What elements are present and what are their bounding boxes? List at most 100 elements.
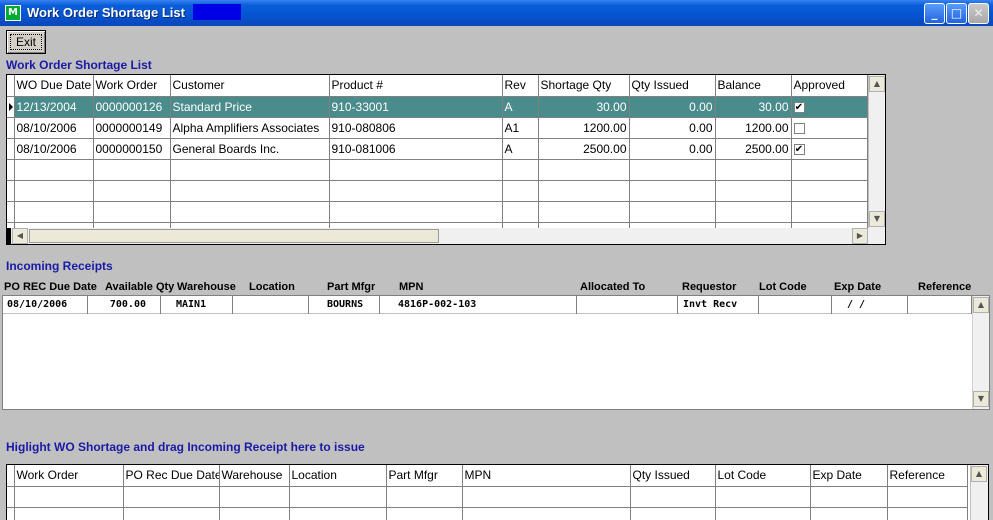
wo-column-header[interactable]: Customer [170, 75, 330, 97]
wo-cell-customer[interactable]: Standard Price [170, 96, 330, 118]
wo-cell-issued[interactable]: 0.00 [629, 138, 716, 160]
receipt-cell-allocated[interactable] [578, 296, 678, 314]
wo-cell-balance[interactable]: 1200.00 [715, 117, 792, 139]
scroll-thumb[interactable] [29, 229, 439, 243]
wo-column-header[interactable]: Shortage Qty [538, 75, 630, 97]
wo-cell-due[interactable]: 08/10/2006 [14, 117, 94, 139]
exit-button[interactable]: Exit [6, 30, 46, 54]
issue-column-header[interactable]: PO Rec Due Date [123, 465, 220, 487]
wo-cell-issued[interactable]: 0.00 [629, 96, 716, 118]
receipts-vertical-scrollbar[interactable]: ▲ ▼ [972, 296, 989, 409]
empty-cell [791, 201, 868, 223]
receipt-cell-mfgr[interactable]: BOURNS [310, 296, 380, 314]
issue-column-header[interactable]: Warehouse [219, 465, 290, 487]
wo-column-header[interactable]: Balance [715, 75, 792, 97]
scroll-down-icon[interactable]: ▼ [973, 391, 989, 407]
wo-row[interactable]: 08/10/2006 0000000150 General Boards Inc. 9… [7, 138, 868, 160]
wo-cell-wo[interactable]: 0000000149 [93, 117, 171, 139]
wo-cell-approved[interactable] [791, 117, 868, 139]
wo-cell-rev[interactable]: A [502, 96, 539, 118]
wo-column-header[interactable]: Product # [329, 75, 503, 97]
wo-cell-rev[interactable]: A1 [502, 117, 539, 139]
approved-checkbox[interactable]: ✔ [793, 143, 805, 155]
maximize-button[interactable]: □ [946, 3, 967, 24]
wo-column-header[interactable]: WO Due Date [14, 75, 94, 97]
scroll-edge [7, 228, 11, 244]
issue-column-header[interactable]: Work Order [14, 465, 124, 487]
wo-cell-approved[interactable]: ✔ [791, 96, 868, 118]
receipt-cell-mpn[interactable]: 4816P-002-103 [381, 296, 577, 314]
issue-column-header[interactable]: MPN [462, 465, 631, 487]
wo-cell-customer[interactable]: Alpha Amplifiers Associates [170, 117, 330, 139]
minimize-button[interactable]: _ [924, 3, 945, 24]
receipt-row[interactable]: 08/10/2006 700.00 MAIN1 BOURNS 4816P-002-103… [3, 296, 972, 314]
close-button[interactable]: ✕ [968, 3, 989, 24]
wo-cell-product[interactable]: 910-081006 [329, 138, 503, 160]
empty-cell [7, 507, 15, 520]
receipt-cell-lot[interactable] [760, 296, 832, 314]
issue-column-header[interactable]: Part Mfgr [386, 465, 463, 487]
issue-column-header[interactable]: Location [289, 465, 387, 487]
wo-cell-due[interactable]: 12/13/2004 [14, 96, 94, 118]
issue-vertical-scrollbar[interactable]: ▲ [970, 465, 988, 520]
wo-column-header[interactable]: Work Order [93, 75, 171, 97]
wo-cell-customer[interactable]: General Boards Inc. [170, 138, 330, 160]
row-selector[interactable] [7, 117, 15, 139]
wo-cell-approved[interactable]: ✔ [791, 138, 868, 160]
receipts-grid[interactable]: 08/10/2006 700.00 MAIN1 BOURNS 4816P-002-103… [2, 295, 990, 410]
scroll-down-icon[interactable]: ▼ [869, 211, 885, 227]
empty-cell [810, 507, 888, 520]
wo-vertical-scrollbar[interactable]: ▲ ▼ [868, 75, 885, 228]
empty-cell [329, 180, 503, 202]
wo-cell-shortage[interactable]: 2500.00 [538, 138, 630, 160]
row-selector[interactable] [7, 96, 15, 118]
scroll-up-icon[interactable]: ▲ [971, 466, 987, 482]
empty-cell [170, 180, 330, 202]
wo-cell-balance[interactable]: 2500.00 [715, 138, 792, 160]
issue-column-header[interactable]: Lot Code [715, 465, 811, 487]
scroll-left-icon[interactable]: ◀ [12, 228, 28, 244]
issue-grid[interactable]: Work Order PO Rec Due Date Warehouse Locati… [6, 464, 989, 520]
issue-column-header[interactable]: Reference [887, 465, 968, 487]
receipt-cell-qty[interactable]: 700.00 [89, 296, 161, 314]
issue-column-header[interactable]: Exp Date [810, 465, 888, 487]
wo-cell-due[interactable]: 08/10/2006 [14, 138, 94, 160]
receipt-cell-reference[interactable] [909, 296, 972, 314]
wo-cell-wo[interactable]: 0000000126 [93, 96, 171, 118]
empty-cell [14, 486, 124, 508]
receipt-cell-warehouse[interactable]: MAIN1 [162, 296, 233, 314]
wo-column-header[interactable]: Qty Issued [629, 75, 716, 97]
wo-cell-product[interactable]: 910-080806 [329, 117, 503, 139]
scroll-up-icon[interactable]: ▲ [973, 297, 989, 313]
wo-cell-wo[interactable]: 0000000150 [93, 138, 171, 160]
wo-row[interactable]: 08/10/2006 0000000149 Alpha Amplifiers Ass… [7, 117, 868, 139]
issue-column-header[interactable]: Qty Issued [630, 465, 716, 487]
wo-cell-issued[interactable]: 0.00 [629, 117, 716, 139]
receipt-cell-exp[interactable]: / / [833, 296, 908, 314]
scroll-right-icon[interactable]: ▶ [852, 228, 868, 244]
empty-cell [219, 507, 290, 520]
scroll-up-icon[interactable]: ▲ [869, 76, 885, 92]
wo-row[interactable]: 12/13/2004 0000000126 Standard Price 910-33… [7, 96, 868, 118]
receipt-cell-due[interactable]: 08/10/2006 [3, 296, 88, 314]
wo-cell-rev[interactable]: A [502, 138, 539, 160]
empty-cell [630, 486, 716, 508]
wo-cell-product[interactable]: 910-33001 [329, 96, 503, 118]
approved-checkbox[interactable]: ✔ [793, 101, 805, 113]
wo-column-header[interactable]: Approved [791, 75, 868, 97]
wo-cell-balance[interactable]: 30.00 [715, 96, 792, 118]
wo-shortage-grid[interactable]: WO Due Date Work Order Customer Product # Re… [6, 74, 886, 245]
wo-column-header[interactable]: Rev [502, 75, 539, 97]
wo-cell-shortage[interactable]: 30.00 [538, 96, 630, 118]
row-selector[interactable] [7, 138, 15, 160]
receipt-cell-requestor[interactable]: Invt Recv [679, 296, 759, 314]
empty-cell [810, 486, 888, 508]
wo-cell-shortage[interactable]: 1200.00 [538, 117, 630, 139]
approved-checkbox[interactable] [793, 122, 805, 134]
empty-cell [93, 180, 171, 202]
receipt-column-header: Allocated To [580, 281, 646, 293]
empty-row [7, 201, 868, 223]
empty-cell [629, 180, 716, 202]
receipt-cell-location[interactable] [234, 296, 309, 314]
wo-horizontal-scrollbar[interactable]: ◀ ▶ [7, 228, 885, 244]
